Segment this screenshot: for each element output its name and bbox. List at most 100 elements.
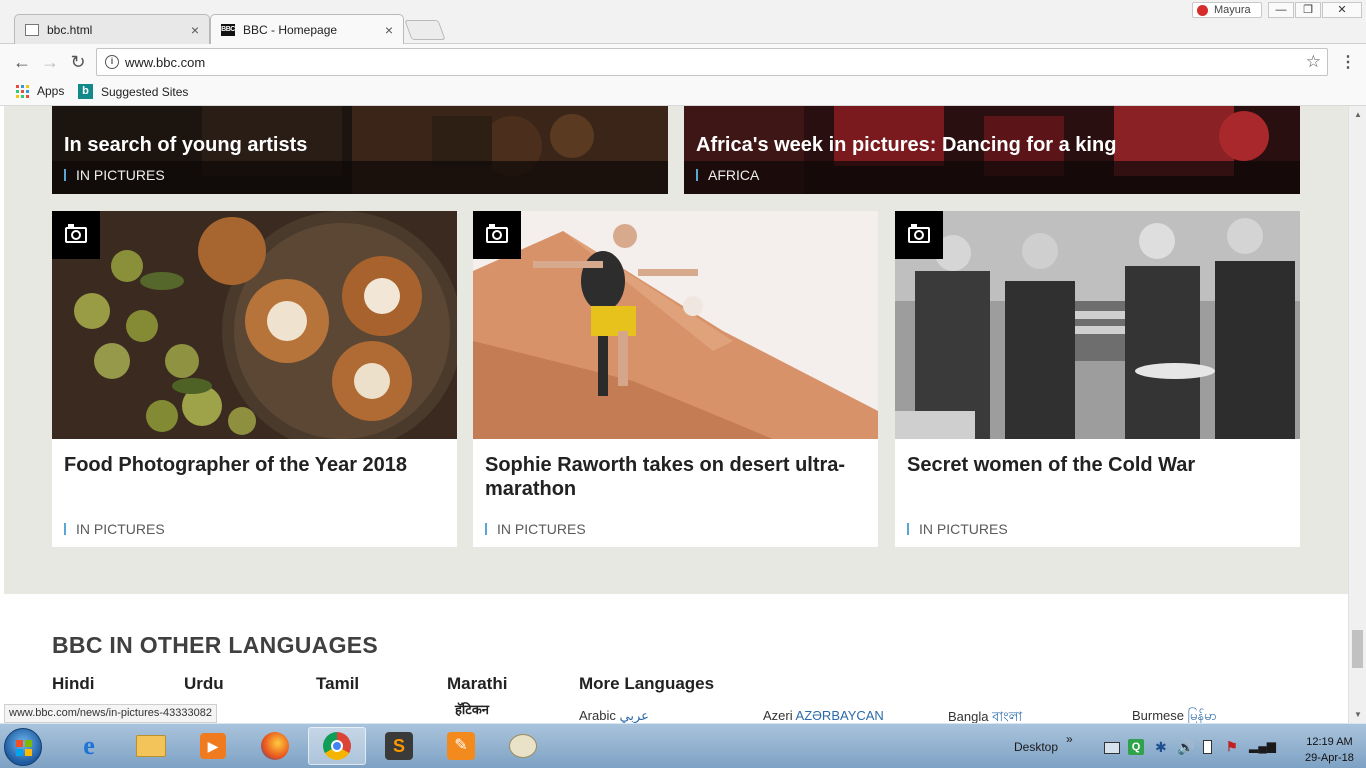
desert-photo xyxy=(473,211,878,439)
page-scrollbar[interactable]: ▲ ▼ xyxy=(1348,106,1366,723)
language-link-hindi[interactable]: Hindi xyxy=(52,674,95,694)
volume-icon[interactable]: 🔊 xyxy=(1177,739,1194,756)
bookmark-apps[interactable]: Apps xyxy=(16,84,64,98)
close-window-button[interactable]: ✕ xyxy=(1322,2,1362,18)
section-heading: BBC IN OTHER LANGUAGES xyxy=(52,632,379,658)
battery-icon[interactable] xyxy=(1203,740,1212,754)
info-icon[interactable]: i xyxy=(105,55,119,69)
reload-button[interactable]: ↻ xyxy=(68,52,88,72)
cold-war-image[interactable] xyxy=(895,211,1300,439)
bookmarks-bar: Apps b Suggested Sites xyxy=(0,80,1366,106)
language-name: Bangla xyxy=(948,709,989,723)
apps-grid-icon xyxy=(16,84,29,98)
language-native: AZƏRBAYCAN xyxy=(795,708,884,723)
bing-icon: b xyxy=(78,84,93,99)
language-link-burmese[interactable]: Burmese မြန်မာ xyxy=(1132,708,1217,723)
bookmark-label: Suggested Sites xyxy=(101,84,189,99)
language-link-tamil[interactable]: Tamil xyxy=(316,674,359,694)
browser-toolbar: ← → ↻ i www.bbc.com ☆ ⋮ xyxy=(0,44,1366,80)
language-native: বাংলা xyxy=(992,709,1023,723)
document-icon xyxy=(25,23,39,36)
camera-icon xyxy=(52,211,100,259)
tab-label: BBC - Homepage xyxy=(243,22,338,37)
minimize-button[interactable]: — xyxy=(1268,2,1294,18)
taskbar-editor[interactable]: ✎ xyxy=(432,727,490,765)
language-name: Arabic xyxy=(579,708,616,723)
story-card-cold-war-women[interactable]: Secret women of the Cold War IN PICTURES xyxy=(895,211,1300,547)
address-url: www.bbc.com xyxy=(125,55,206,70)
system-clock[interactable]: 12:19 AM 29-Apr-18 xyxy=(1305,734,1354,766)
bbc-favicon-icon: BBC xyxy=(221,23,235,36)
tab-bbc-html[interactable]: bbc.html × xyxy=(14,14,210,44)
browser-menu-icon[interactable]: ⋮ xyxy=(1340,52,1356,72)
story-tag[interactable]: IN PICTURES xyxy=(485,522,586,536)
forward-button[interactable]: → xyxy=(40,52,60,72)
tray-expand-icon[interactable]: » xyxy=(1066,732,1073,746)
story-title[interactable]: Secret women of the Cold War xyxy=(907,453,1287,477)
page-viewport: In search of young artists IN PICTURES A… xyxy=(0,106,1348,723)
language-link-arabic[interactable]: Arabic عربي xyxy=(579,708,649,723)
taskbar-media-player[interactable]: ▶ xyxy=(184,727,242,765)
desert-image[interactable] xyxy=(473,211,878,439)
tab-bbc-homepage[interactable]: BBC BBC - Homepage × xyxy=(210,14,404,44)
food-image[interactable] xyxy=(52,211,457,439)
sublime-text-icon: S xyxy=(385,732,413,760)
story-tag[interactable]: AFRICA xyxy=(696,168,759,182)
story-card-young-artists[interactable]: In search of young artists IN PICTURES xyxy=(52,106,668,194)
taskbar-file-explorer[interactable] xyxy=(122,727,180,765)
taskbar-firefox[interactable] xyxy=(246,727,304,765)
new-tab-button[interactable] xyxy=(404,20,446,40)
profile-button[interactable]: Mayura xyxy=(1192,2,1262,18)
taskbar-paint[interactable] xyxy=(494,727,552,765)
firefox-icon xyxy=(261,732,289,760)
story-card-africa-week[interactable]: Africa's week in pictures: Dancing for a… xyxy=(684,106,1300,194)
language-name: Burmese xyxy=(1132,708,1185,723)
story-card-sophie-raworth[interactable]: Sophie Raworth takes on desert ultra-mar… xyxy=(473,211,878,547)
story-tag[interactable]: IN PICTURES xyxy=(64,522,165,536)
story-card-food-photographer[interactable]: Food Photographer of the Year 2018 IN PI… xyxy=(52,211,457,547)
language-link-bangla[interactable]: Bangla বাংলা xyxy=(948,708,1022,723)
media-player-icon: ▶ xyxy=(200,733,226,759)
language-native: မြန်မာ xyxy=(1187,708,1217,723)
chrome-icon xyxy=(323,732,351,760)
bluetooth-icon[interactable]: ✱ xyxy=(1155,739,1167,756)
profile-icon xyxy=(1197,4,1208,16)
camera-icon xyxy=(895,211,943,259)
network-monitor-icon[interactable] xyxy=(1104,742,1120,754)
bookmark-star-icon[interactable]: ☆ xyxy=(1306,52,1321,72)
language-link-urdu[interactable]: Urdu xyxy=(184,674,224,694)
maximize-button[interactable]: ❐ xyxy=(1295,2,1321,18)
folder-icon xyxy=(136,735,166,757)
more-languages-heading: More Languages xyxy=(579,674,715,693)
pen-editor-icon: ✎ xyxy=(447,732,475,760)
story-title[interactable]: Food Photographer of the Year 2018 xyxy=(64,453,444,477)
taskbar-internet-explorer[interactable]: e xyxy=(60,727,118,765)
scroll-up-icon[interactable]: ▲ xyxy=(1354,110,1362,119)
story-title[interactable]: Africa's week in pictures: Dancing for a… xyxy=(696,134,1116,157)
windows-taskbar: e ▶ S ✎ Desktop » Q ✱ 🔊 ⚑ ▂▄▆ 12:19 AM 2… xyxy=(0,723,1366,768)
story-tag[interactable]: IN PICTURES xyxy=(64,168,165,182)
taskbar-sublime-text[interactable]: S xyxy=(370,727,428,765)
story-title[interactable]: Sophie Raworth takes on desert ultra-mar… xyxy=(485,453,865,501)
start-button[interactable] xyxy=(4,728,42,766)
marathi-headline-snippet[interactable]: हॅटिकन xyxy=(455,700,489,718)
action-center-flag-icon[interactable]: ⚑ xyxy=(1226,739,1238,755)
signal-strength-icon[interactable]: ▂▄▆ xyxy=(1249,739,1276,753)
scrollbar-thumb[interactable] xyxy=(1352,630,1363,668)
taskbar-chrome[interactable] xyxy=(308,727,366,765)
quick-heal-icon[interactable]: Q xyxy=(1128,739,1144,755)
tab-close-icon[interactable]: × xyxy=(191,22,199,38)
back-button[interactable]: ← xyxy=(12,52,32,72)
tab-close-icon[interactable]: × xyxy=(385,22,393,38)
address-bar[interactable]: i www.bbc.com ☆ xyxy=(96,48,1328,76)
paint-palette-icon xyxy=(509,734,537,758)
language-native: عربي xyxy=(619,708,649,723)
bookmark-suggested-sites[interactable]: b Suggested Sites xyxy=(78,84,188,99)
desktop-toolbar-label[interactable]: Desktop xyxy=(1014,740,1058,754)
language-link-marathi[interactable]: Marathi xyxy=(447,674,507,694)
scroll-down-icon[interactable]: ▼ xyxy=(1354,710,1362,719)
story-tag[interactable]: IN PICTURES xyxy=(907,522,1008,536)
story-title[interactable]: In search of young artists xyxy=(64,134,307,157)
language-name: Azeri xyxy=(763,708,793,723)
language-link-azeri[interactable]: Azeri AZƏRBAYCAN xyxy=(763,708,884,723)
